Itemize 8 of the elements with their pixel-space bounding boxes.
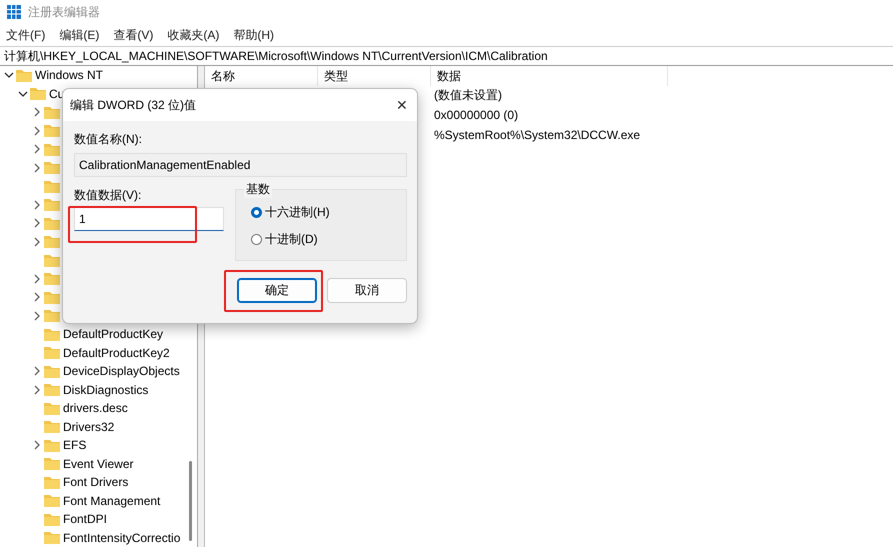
window-title: 注册表编辑器 bbox=[28, 4, 100, 20]
field-label: 数值名称(N): bbox=[74, 131, 143, 148]
value-data: 0x00000000 (0) bbox=[434, 108, 518, 122]
value-data: %SystemRoot%\System32\DCCW.exe bbox=[434, 128, 640, 142]
group-title: 基数 bbox=[244, 181, 272, 198]
field-label: 数值数据(V): bbox=[74, 187, 142, 204]
value-data: (数值未设置) bbox=[434, 87, 502, 104]
dialog-title: 编辑 DWORD (32 位)值 bbox=[70, 96, 196, 114]
